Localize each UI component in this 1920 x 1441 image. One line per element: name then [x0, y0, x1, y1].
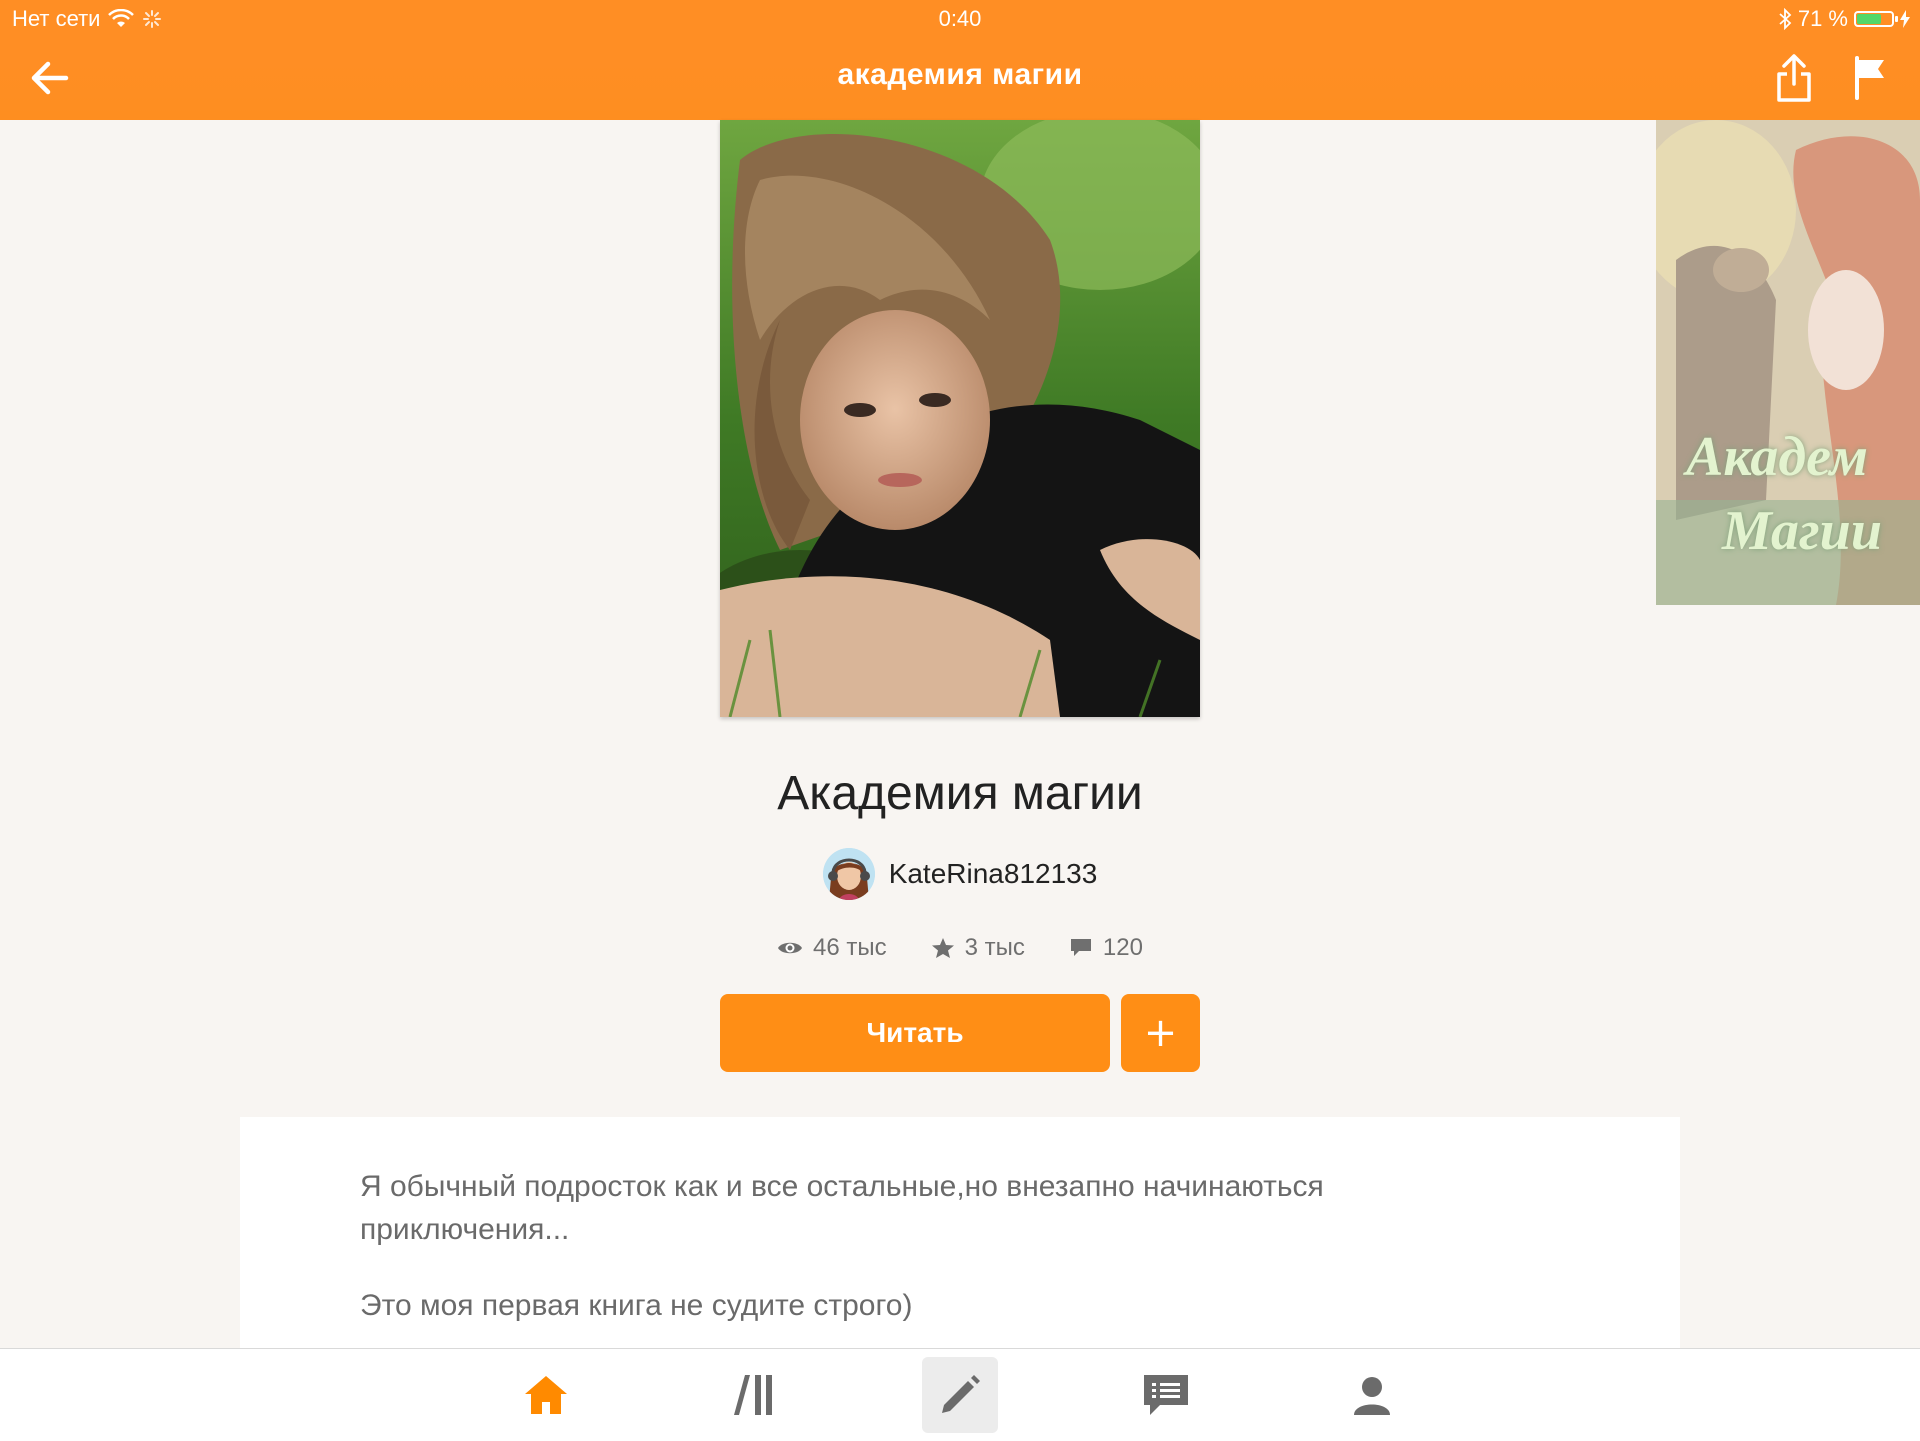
- add-to-library-button[interactable]: +: [1121, 994, 1200, 1072]
- status-time: 0:40: [938, 6, 982, 31]
- description-paragraph-1: Я обычный подросток как и все остальные,…: [360, 1170, 1324, 1246]
- description-card: Я обычный подросток как и все остальные,…: [240, 1117, 1680, 1350]
- top-bar: Нет сети 0:40 71 % академия магии: [0, 0, 1920, 120]
- report-flag-icon[interactable]: [1852, 56, 1888, 100]
- votes-stat: 3 тыс: [931, 934, 1025, 962]
- home-icon: [525, 1376, 567, 1414]
- charging-icon: [1900, 10, 1910, 28]
- cover-image: [720, 120, 1200, 717]
- comments-stat: 120: [1069, 934, 1143, 962]
- share-icon[interactable]: [1774, 52, 1814, 104]
- battery-percent: 71 %: [1797, 6, 1848, 31]
- avatar[interactable]: [822, 848, 875, 900]
- book-title: Академия магии: [777, 767, 1143, 820]
- tab-profile[interactable]: [1334, 1357, 1410, 1433]
- messages-icon: [1144, 1375, 1188, 1415]
- next-cover-line1: Академ: [1686, 426, 1868, 488]
- comment-icon: [1070, 939, 1091, 956]
- tab-messages[interactable]: [1128, 1357, 1204, 1433]
- read-button[interactable]: Читать: [720, 994, 1110, 1072]
- comments-count: 120: [1102, 934, 1143, 961]
- library-icon: [734, 1375, 772, 1415]
- author-name[interactable]: KateRina812133: [889, 858, 1098, 890]
- description-paragraph-2: Это моя первая книга не судите строго): [360, 1289, 913, 1322]
- battery-level: [1857, 14, 1882, 24]
- next-cover-title: Академ Магии: [1686, 420, 1882, 568]
- star-icon: [931, 938, 954, 958]
- battery-icon: [1854, 11, 1898, 27]
- votes-count: 3 тыс: [964, 934, 1025, 961]
- author-row[interactable]: KateRina812133: [0, 848, 1920, 900]
- views-count: 46 тыс: [813, 934, 887, 961]
- tab-library[interactable]: [716, 1357, 792, 1433]
- page-title: академия магии: [837, 58, 1083, 91]
- next-book-cover[interactable]: Академ Магии: [1656, 120, 1920, 605]
- profile-icon: [1354, 1377, 1390, 1415]
- tab-write[interactable]: [922, 1357, 998, 1433]
- eye-icon: [778, 942, 803, 954]
- next-cover-line2: Магии: [1722, 500, 1882, 562]
- views-stat: 46 тыс: [777, 934, 887, 962]
- book-stats: 46 тыс 3 тыс 120: [0, 934, 1920, 962]
- pencil-icon: [942, 1375, 980, 1413]
- book-cover[interactable]: [720, 120, 1200, 717]
- tab-home[interactable]: [508, 1357, 584, 1433]
- status-right: 71 %: [1778, 6, 1910, 32]
- bluetooth-icon: [1779, 8, 1792, 30]
- bottom-tab-bar: [0, 1348, 1920, 1441]
